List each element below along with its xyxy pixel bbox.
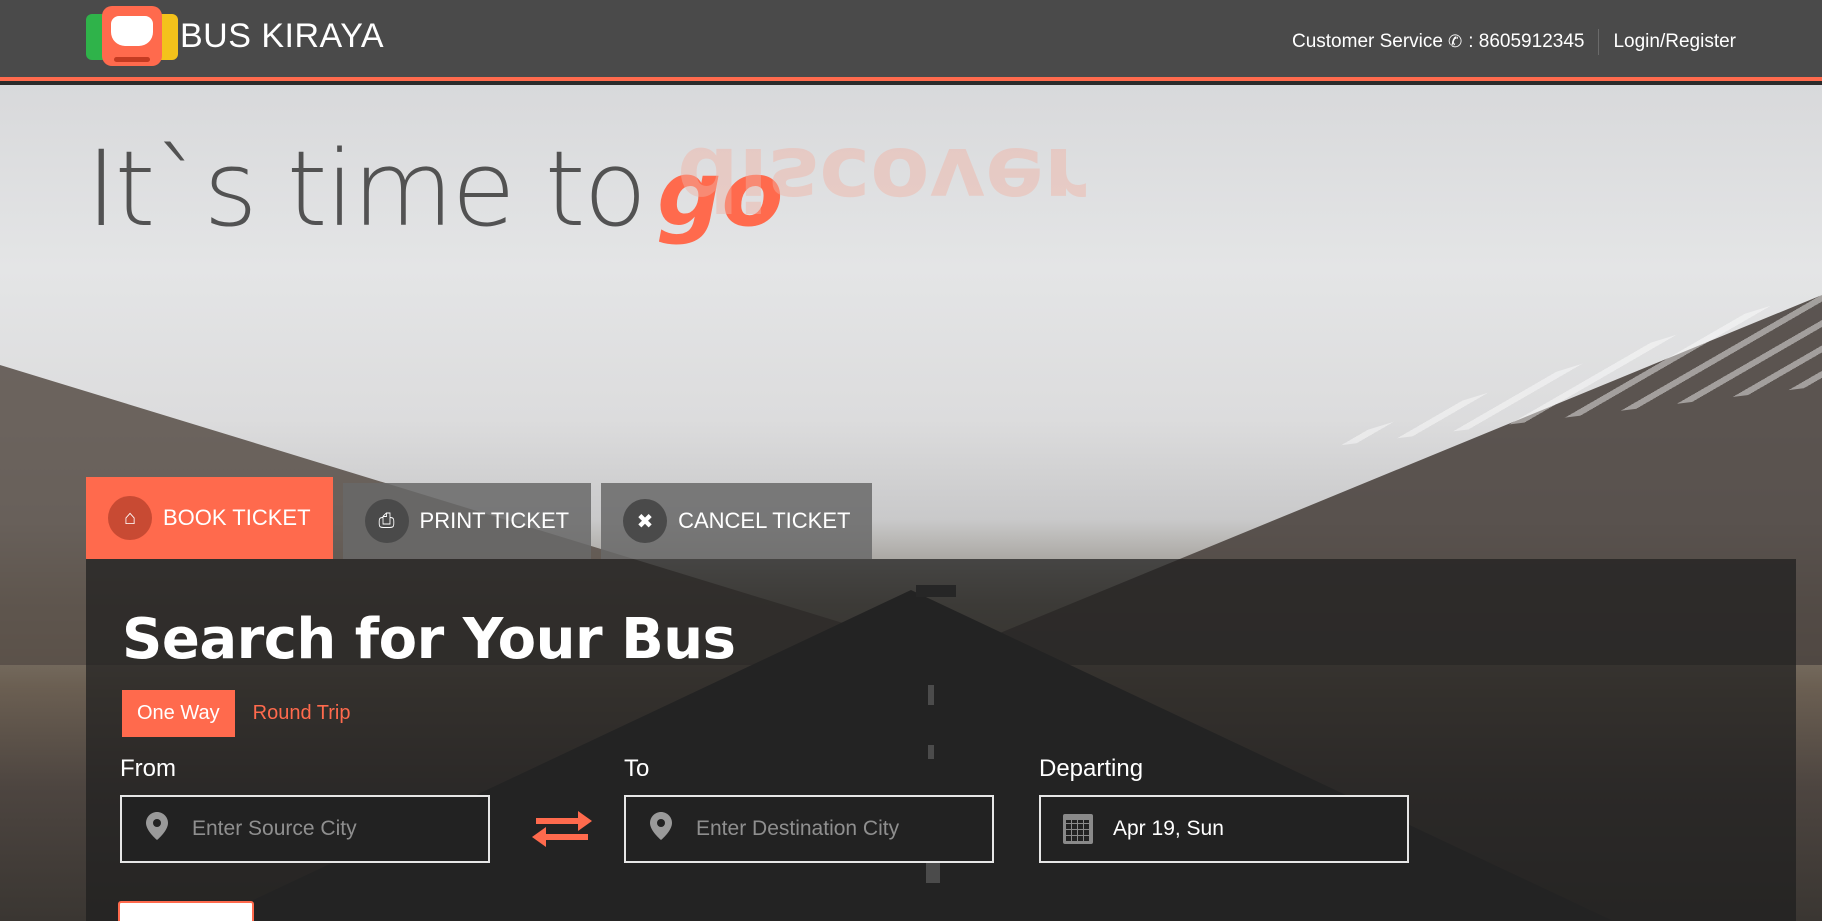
phone-icon: ✆	[1447, 32, 1463, 51]
search-button[interactable]	[118, 901, 254, 921]
ticket-tabs: ⌂ BOOK TICKET ⎙ PRINT TICKET ✖ CANCEL TI…	[86, 477, 882, 559]
brand-logo[interactable]: BUS KIRAYA	[86, 4, 386, 68]
tab-label: BOOK TICKET	[163, 505, 311, 530]
nav-right: Customer Service ✆ : 8605912345 Login/Re…	[1292, 26, 1736, 58]
calendar-icon	[1063, 814, 1093, 844]
to-field[interactable]	[624, 795, 994, 863]
search-title: Search for Your Bus	[122, 607, 736, 672]
one-way-button[interactable]: One Way	[122, 690, 235, 737]
tab-cancel-ticket[interactable]: ✖ CANCEL TICKET	[601, 483, 873, 559]
printer-icon: ⎙	[364, 499, 409, 543]
tab-label: CANCEL TICKET	[678, 508, 851, 533]
nav-divider	[1598, 29, 1600, 55]
departing-date-value: Apr 19, Sun	[1113, 817, 1224, 840]
headline-text: It`s time to	[86, 128, 647, 250]
top-navbar: BUS KIRAYA Customer Service ✆ : 86059123…	[0, 0, 1822, 81]
to-label: To	[624, 755, 650, 782]
departing-label: Departing	[1039, 755, 1144, 782]
bus-search-panel: Search for Your Bus One Way Round Trip F…	[86, 559, 1796, 921]
from-label: From	[120, 755, 176, 782]
trip-type-toggle: One Way Round Trip	[122, 690, 354, 737]
swap-cities-button[interactable]	[532, 804, 592, 854]
headline-accent: discover go	[657, 128, 1086, 247]
close-icon: ✖	[623, 499, 668, 543]
tab-print-ticket[interactable]: ⎙ PRINT TICKET	[342, 483, 592, 559]
tab-book-ticket[interactable]: ⌂ BOOK TICKET	[86, 477, 333, 559]
departing-date-field[interactable]: Apr 19, Sun	[1039, 795, 1409, 863]
home-icon: ⌂	[108, 496, 152, 540]
headline-ghost-word: discover	[677, 128, 1087, 228]
brand-name: BUS KIRAYA	[180, 16, 385, 55]
login-register-link[interactable]: Login/Register	[1613, 31, 1736, 53]
tab-label: PRINT TICKET	[419, 508, 570, 533]
hero-headline: It`s time to discover go	[86, 128, 1086, 250]
map-marker-icon	[144, 811, 170, 847]
customer-service-label: Customer Service	[1291, 31, 1443, 52]
from-field[interactable]	[120, 795, 490, 863]
round-trip-button[interactable]: Round Trip	[235, 690, 355, 737]
customer-service-phone: : 8605912345	[1468, 31, 1585, 52]
bus-logo-icon	[86, 4, 178, 68]
map-marker-icon	[648, 811, 674, 847]
customer-service: Customer Service ✆ : 8605912345	[1292, 31, 1584, 53]
destination-city-input[interactable]	[696, 817, 976, 841]
source-city-input[interactable]	[192, 817, 472, 841]
